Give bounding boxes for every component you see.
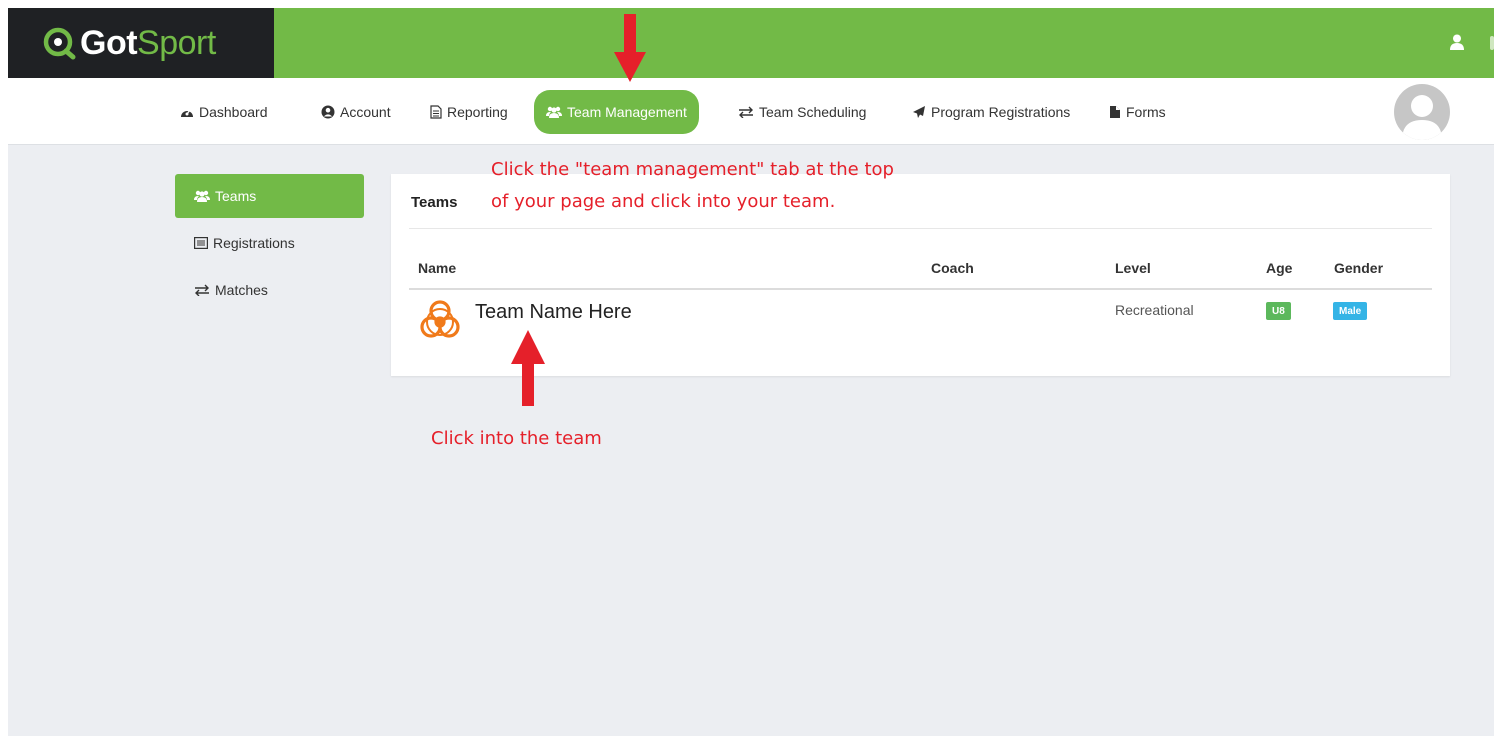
nav-reporting-label: Reporting	[447, 104, 508, 120]
nav-account-label: Account	[340, 104, 391, 120]
biohazard-icon[interactable]	[417, 298, 463, 344]
nav-team-management[interactable]: Team Management	[534, 90, 699, 134]
avatar[interactable]	[1394, 84, 1450, 140]
user-circle-icon	[321, 105, 335, 119]
paper-plane-icon	[913, 106, 925, 118]
nav-team-scheduling[interactable]: Team Scheduling	[738, 90, 866, 134]
users-icon	[194, 190, 210, 202]
nav-team-scheduling-label: Team Scheduling	[759, 104, 867, 120]
user-icon[interactable]	[1450, 34, 1464, 50]
nav-forms[interactable]: Forms	[1109, 90, 1166, 134]
app-window: GotSport Dashboard Account Reporting Tea…	[8, 8, 1494, 736]
sidebar-item-label: Registrations	[213, 235, 295, 251]
column-header-age[interactable]: Age	[1266, 260, 1292, 276]
exchange-icon	[195, 284, 209, 296]
annotation-top-line2: of your page and click into your team.	[491, 191, 836, 212]
gender-badge: Male	[1333, 302, 1368, 320]
panel-divider	[409, 228, 1432, 229]
nav-dashboard[interactable]: Dashboard	[180, 90, 268, 134]
sidebar-item-label: Teams	[215, 188, 257, 204]
nav-dashboard-label: Dashboard	[199, 104, 268, 120]
avatar-silhouette-icon	[1402, 95, 1442, 140]
team-level: Recreational	[1115, 302, 1194, 318]
document-icon	[430, 105, 442, 119]
red-arrow-up-icon	[511, 330, 545, 406]
top-bar: GotSport	[8, 8, 1494, 78]
table-header-divider	[409, 288, 1432, 290]
users-icon	[546, 106, 562, 118]
exchange-icon	[739, 106, 753, 118]
age-badge: U8	[1266, 302, 1291, 320]
logo-got-text: Got	[80, 24, 138, 62]
panel-title: Teams	[411, 194, 458, 211]
sidebar-item-matches[interactable]: Matches	[175, 268, 364, 312]
logo-sport-text: Sport	[137, 24, 216, 62]
nav-reporting[interactable]: Reporting	[430, 90, 508, 134]
red-arrow-down-icon	[614, 14, 646, 82]
team-name-link[interactable]: Team Name Here	[475, 301, 632, 324]
menu-edge-icon[interactable]	[1490, 36, 1494, 50]
dashboard-icon	[181, 109, 193, 117]
column-header-coach[interactable]: Coach	[931, 260, 974, 276]
annotation-top-line1: Click the "team management" tab at the t…	[491, 159, 894, 180]
column-header-level[interactable]: Level	[1115, 260, 1151, 276]
nav-program-registrations-label: Program Registrations	[931, 104, 1071, 120]
logo-mark-icon	[43, 27, 76, 60]
list-alt-icon	[194, 237, 208, 249]
sidebar-item-teams[interactable]: Teams	[175, 174, 364, 218]
column-header-gender[interactable]: Gender	[1334, 260, 1383, 276]
nav-team-management-label: Team Management	[567, 104, 687, 120]
main-nav: Dashboard Account Reporting Team Managem…	[8, 78, 1494, 145]
sidebar-item-registrations[interactable]: Registrations	[175, 221, 364, 265]
nav-account[interactable]: Account	[321, 90, 391, 134]
annotation-bottom: Click into the team	[431, 428, 602, 449]
column-header-name[interactable]: Name	[418, 260, 456, 276]
sidebar-item-label: Matches	[215, 282, 268, 298]
file-icon	[1110, 106, 1120, 118]
gotsport-logo[interactable]: GotSport	[8, 8, 274, 78]
logo-wordmark: GotSport	[80, 26, 216, 60]
nav-forms-label: Forms	[1126, 104, 1166, 120]
nav-program-registrations[interactable]: Program Registrations	[912, 90, 1070, 134]
